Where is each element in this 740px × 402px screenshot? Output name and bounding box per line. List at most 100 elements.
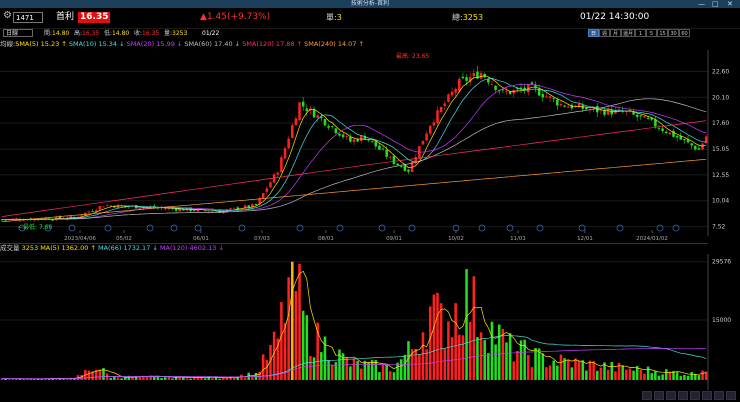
candle-body <box>461 76 465 79</box>
maximize-button[interactable]: □ <box>712 0 719 8</box>
scroll-left-icon[interactable] <box>666 391 676 400</box>
volume-bar <box>407 341 410 380</box>
date-axis-label: 07/03 <box>254 236 270 242</box>
candle-body <box>87 211 91 213</box>
volume-bar <box>301 310 305 380</box>
volume-bar <box>370 360 374 380</box>
candle-body <box>374 141 378 147</box>
ma-legend-item[interactable]: SMA(120) 17.88 ↑ <box>242 40 304 48</box>
candle-body <box>261 193 265 199</box>
volume-bar <box>472 276 476 380</box>
volume-bar <box>428 306 432 380</box>
volume-bar <box>694 373 697 380</box>
candle-body <box>341 134 345 138</box>
volume-value: 3253 <box>172 30 188 37</box>
volume-bar <box>501 328 505 380</box>
tab-1min[interactable]: 1 <box>635 29 646 37</box>
draw-tool-icon[interactable] <box>714 391 724 400</box>
candle-body <box>356 139 359 142</box>
volume-bar <box>185 378 189 380</box>
tab-60min[interactable]: 60 <box>679 29 690 37</box>
candle-body <box>421 140 425 145</box>
tab-5min[interactable]: 5 <box>646 29 657 37</box>
volume-bar <box>621 365 624 380</box>
candle-body <box>229 208 232 209</box>
volume-bar <box>418 354 421 380</box>
volume-bar <box>577 360 581 380</box>
tab-15min[interactable]: 15 <box>657 29 668 37</box>
volume-bar <box>654 371 657 380</box>
tab-month[interactable]: 月 <box>610 29 621 37</box>
volume-bar <box>683 374 686 380</box>
unit-volume: 單:3 <box>326 12 342 23</box>
crosshair-icon[interactable] <box>702 391 712 400</box>
minimize-button[interactable]: — <box>698 0 705 8</box>
volume-bar <box>109 377 113 380</box>
volume-bar <box>312 357 316 380</box>
volume-legend-item[interactable]: MA(66) 1732.17 ↓ <box>98 244 160 252</box>
volume-bar <box>291 261 294 380</box>
candle-body <box>345 136 349 137</box>
volume-bar <box>225 377 229 380</box>
volume-bar <box>345 357 349 380</box>
candle-body <box>399 166 403 167</box>
period-select[interactable]: 日線 <box>3 29 33 37</box>
ma-legend-item[interactable]: SMA(5) 15.23 ↑ <box>15 40 69 48</box>
tab-week[interactable]: 週 <box>599 29 610 37</box>
candle-body <box>22 220 25 222</box>
close-button[interactable]: ✕ <box>727 0 733 8</box>
volume-axis-label: 29576 <box>712 259 731 266</box>
candle-body <box>305 108 309 112</box>
ma-legend-item[interactable]: SMA(20) 15.99 ↓ <box>127 40 185 48</box>
tab-day[interactable]: 日 <box>588 29 599 37</box>
reset-view-icon[interactable] <box>690 391 700 400</box>
settings-small-icon[interactable] <box>726 391 736 400</box>
volume-bar <box>356 360 359 380</box>
volume-bar <box>421 332 425 380</box>
ohlc-volume: 量:3253 <box>164 30 187 38</box>
scroll-right-icon[interactable] <box>678 391 688 400</box>
candle-body <box>545 96 548 98</box>
volume-bar <box>116 377 120 380</box>
stock-code-input[interactable]: 1471 <box>13 12 43 23</box>
volume-legend-item[interactable]: MA(120) 4602.13 ↓ <box>160 244 224 252</box>
ma-legend-item[interactable]: SMA(10) 15.34 ↓ <box>69 40 127 48</box>
tab-restored-month[interactable]: 還月 <box>621 29 635 37</box>
candle-body <box>396 163 399 165</box>
candle-body <box>392 155 396 164</box>
volume-bar <box>138 376 142 380</box>
volume-legend-item[interactable]: MA(5) 1362.00 ↑ <box>40 244 98 252</box>
volume-bar <box>545 367 548 380</box>
volume-bar <box>497 324 501 380</box>
settings-icon[interactable]: ⚙ <box>3 11 13 21</box>
candle-body <box>668 132 672 135</box>
candle-body <box>454 88 457 93</box>
ohlc-date: 01/22 <box>202 30 220 37</box>
volume-bar <box>396 362 399 380</box>
ma-legend-item[interactable]: SMA(60) 17.40 ↓ <box>184 40 242 48</box>
tab-30min[interactable]: 30 <box>668 29 679 37</box>
candle-body <box>479 72 483 79</box>
volume-axis-label: 15000 <box>712 317 731 324</box>
candle-body <box>443 103 447 106</box>
volume-bar <box>349 366 352 380</box>
volume-bar <box>323 336 327 380</box>
candle-body <box>490 84 494 86</box>
volume-bar <box>218 378 221 380</box>
ma-legend-item[interactable]: SMA(240) 14.07 ↑ <box>304 40 364 48</box>
volume-legend-item[interactable]: 3253 <box>22 244 41 252</box>
zoom-in-icon[interactable] <box>642 391 652 400</box>
volume-bar <box>374 360 378 380</box>
chart-toolbar <box>640 391 736 400</box>
price-axis-label: 20.10 <box>712 94 729 101</box>
candle-body <box>447 94 450 102</box>
volume-bar <box>222 378 225 380</box>
volume-bar <box>29 379 33 380</box>
zoom-out-icon[interactable] <box>654 391 664 400</box>
candle-body <box>566 106 570 108</box>
volume-bar <box>330 364 334 380</box>
low-label: 低: <box>104 30 113 37</box>
volume-chart[interactable]: 29576 15000 <box>0 254 740 390</box>
price-chart[interactable]: 22.6020.1017.6015.0512.5510.047.52最高: 23… <box>0 50 740 236</box>
price-axis-label: 15.05 <box>712 146 729 153</box>
